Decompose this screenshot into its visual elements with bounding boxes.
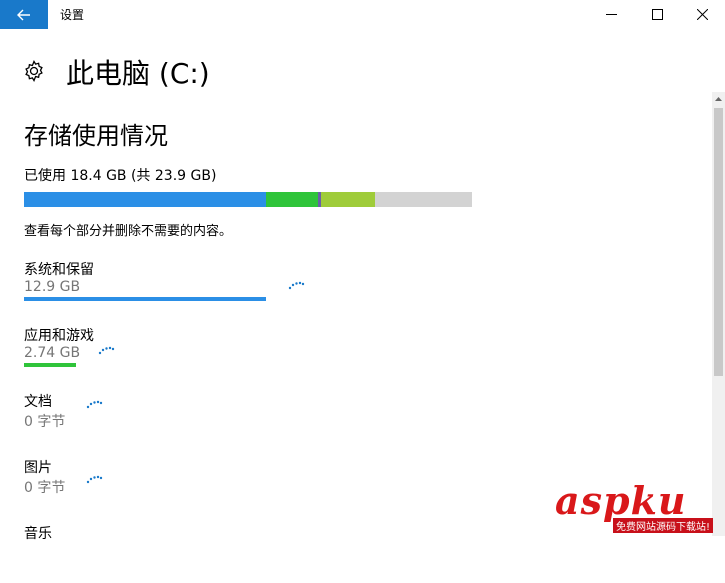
storage-usage-bar	[24, 192, 472, 207]
category-name: 应用和游戏	[24, 328, 94, 344]
watermark-subtext: 免费网站源码下载站!	[613, 518, 714, 533]
app-title: 设置	[60, 8, 85, 22]
back-arrow-icon	[17, 9, 30, 20]
minimize-button[interactable]	[588, 0, 634, 29]
page-title: 此电脑 (C:)	[66, 57, 210, 90]
minimize-icon	[605, 14, 617, 15]
watermark-text: aspku	[555, 478, 687, 523]
scroll-thumb[interactable]	[714, 108, 723, 376]
close-icon	[696, 9, 708, 20]
storage-category-item[interactable]: 音乐	[24, 523, 474, 583]
storage-category-item[interactable]: 系统和保留 12.9 GB	[24, 259, 474, 319]
loading-spinner-icon	[86, 475, 103, 484]
category-name: 音乐	[24, 526, 52, 542]
loading-spinner-icon	[288, 281, 305, 290]
storage-category-item[interactable]: 文档 0 字节	[24, 391, 474, 451]
category-size: 0 字节	[24, 480, 66, 496]
maximize-button[interactable]	[634, 0, 680, 29]
storage-category-item[interactable]: 图片 0 字节	[24, 457, 474, 517]
category-size: 2.74 GB	[24, 345, 81, 361]
loading-spinner-icon	[86, 400, 103, 409]
maximize-icon	[651, 9, 663, 20]
usage-segment	[266, 192, 318, 207]
vertical-scrollbar[interactable]	[712, 92, 725, 536]
category-name: 文档	[24, 394, 52, 410]
scroll-up-button[interactable]	[712, 92, 725, 106]
category-usage-bar	[24, 297, 266, 301]
watermark-logo: aspku 免费网站源码下载站!	[555, 478, 725, 536]
category-size: 12.9 GB	[24, 279, 81, 295]
used-summary: 已使用 18.4 GB (共 23.9 GB)	[24, 168, 217, 184]
usage-segment	[321, 192, 375, 207]
storage-category-item[interactable]: 应用和游戏 2.74 GB	[24, 325, 474, 385]
close-button[interactable]	[679, 0, 725, 29]
loading-spinner-icon	[98, 346, 115, 355]
category-size: 0 字节	[24, 414, 66, 430]
category-name: 图片	[24, 460, 52, 476]
category-name: 系统和保留	[24, 262, 94, 278]
usage-segment	[24, 192, 266, 207]
category-usage-bar	[24, 363, 76, 367]
hint-text: 查看每个部分并删除不需要的内容。	[24, 224, 233, 239]
title-bar: 设置	[0, 0, 725, 29]
back-button[interactable]	[0, 0, 48, 29]
section-title: 存储使用情况	[24, 122, 168, 150]
chevron-up-icon	[715, 97, 722, 101]
gear-icon	[25, 60, 43, 82]
